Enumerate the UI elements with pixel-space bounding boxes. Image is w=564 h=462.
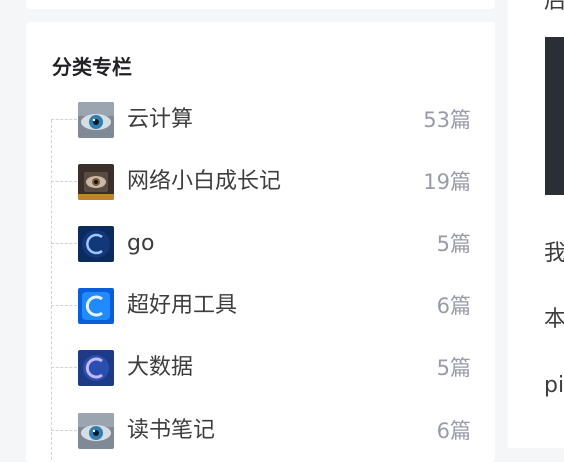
c-logo-blue-icon: [78, 288, 114, 324]
category-name[interactable]: go: [127, 230, 154, 258]
category-item-cloud-computing[interactable]: 云计算 53篇: [51, 100, 471, 140]
category-name[interactable]: 超好用工具: [127, 292, 237, 320]
tree-branch: [51, 430, 77, 431]
category-item-go[interactable]: go 5篇: [51, 224, 471, 264]
chip-thumbnail-icon: [78, 164, 114, 200]
category-article-count: 19篇: [423, 170, 471, 194]
category-name[interactable]: 云计算: [127, 106, 193, 134]
tree-branch: [51, 367, 77, 368]
category-article-count: 5篇: [436, 356, 471, 380]
article-text-line: pi: [544, 373, 564, 398]
category-name[interactable]: 读书笔记: [127, 417, 215, 445]
category-item-reading-notes[interactable]: 读书笔记 6篇: [51, 411, 471, 451]
category-name[interactable]: 大数据: [127, 354, 193, 382]
tree-branch: [51, 243, 77, 244]
category-column-card: 分类专栏 云计算 53篇 网络小白成长记 19篇 go 5篇 超好用工具 6篇 …: [26, 22, 495, 462]
c-logo-purple-icon: [78, 350, 114, 386]
article-content-panel: 后 我 本 pi: [508, 0, 564, 448]
category-column-title: 分类专栏: [52, 55, 132, 79]
category-article-count: 5篇: [436, 232, 471, 256]
sidebar-column: 分类专栏 云计算 53篇 网络小白成长记 19篇 go 5篇 超好用工具 6篇 …: [0, 0, 508, 462]
code-block: [545, 37, 564, 195]
category-name[interactable]: 网络小白成长记: [127, 168, 281, 196]
eye-thumbnail-icon: [78, 102, 114, 138]
category-article-count: 6篇: [436, 419, 471, 443]
article-heading-fragment: 后: [544, 0, 564, 14]
tree-branch: [51, 119, 77, 120]
category-item-big-data[interactable]: 大数据 5篇: [51, 348, 471, 388]
category-item-useful-tools[interactable]: 超好用工具 6篇: [51, 286, 471, 326]
c-logo-dark-icon: [78, 226, 114, 262]
previous-card: [26, 0, 495, 9]
article-text-line: 我: [544, 241, 564, 266]
category-article-count: 6篇: [436, 294, 471, 318]
tree-branch: [51, 181, 77, 182]
category-item-network-growth[interactable]: 网络小白成长记 19篇: [51, 162, 471, 202]
eye-thumbnail-icon: [78, 413, 114, 449]
tree-branch: [51, 305, 77, 306]
category-article-count: 53篇: [423, 108, 471, 132]
article-text-line: 本: [544, 307, 564, 332]
